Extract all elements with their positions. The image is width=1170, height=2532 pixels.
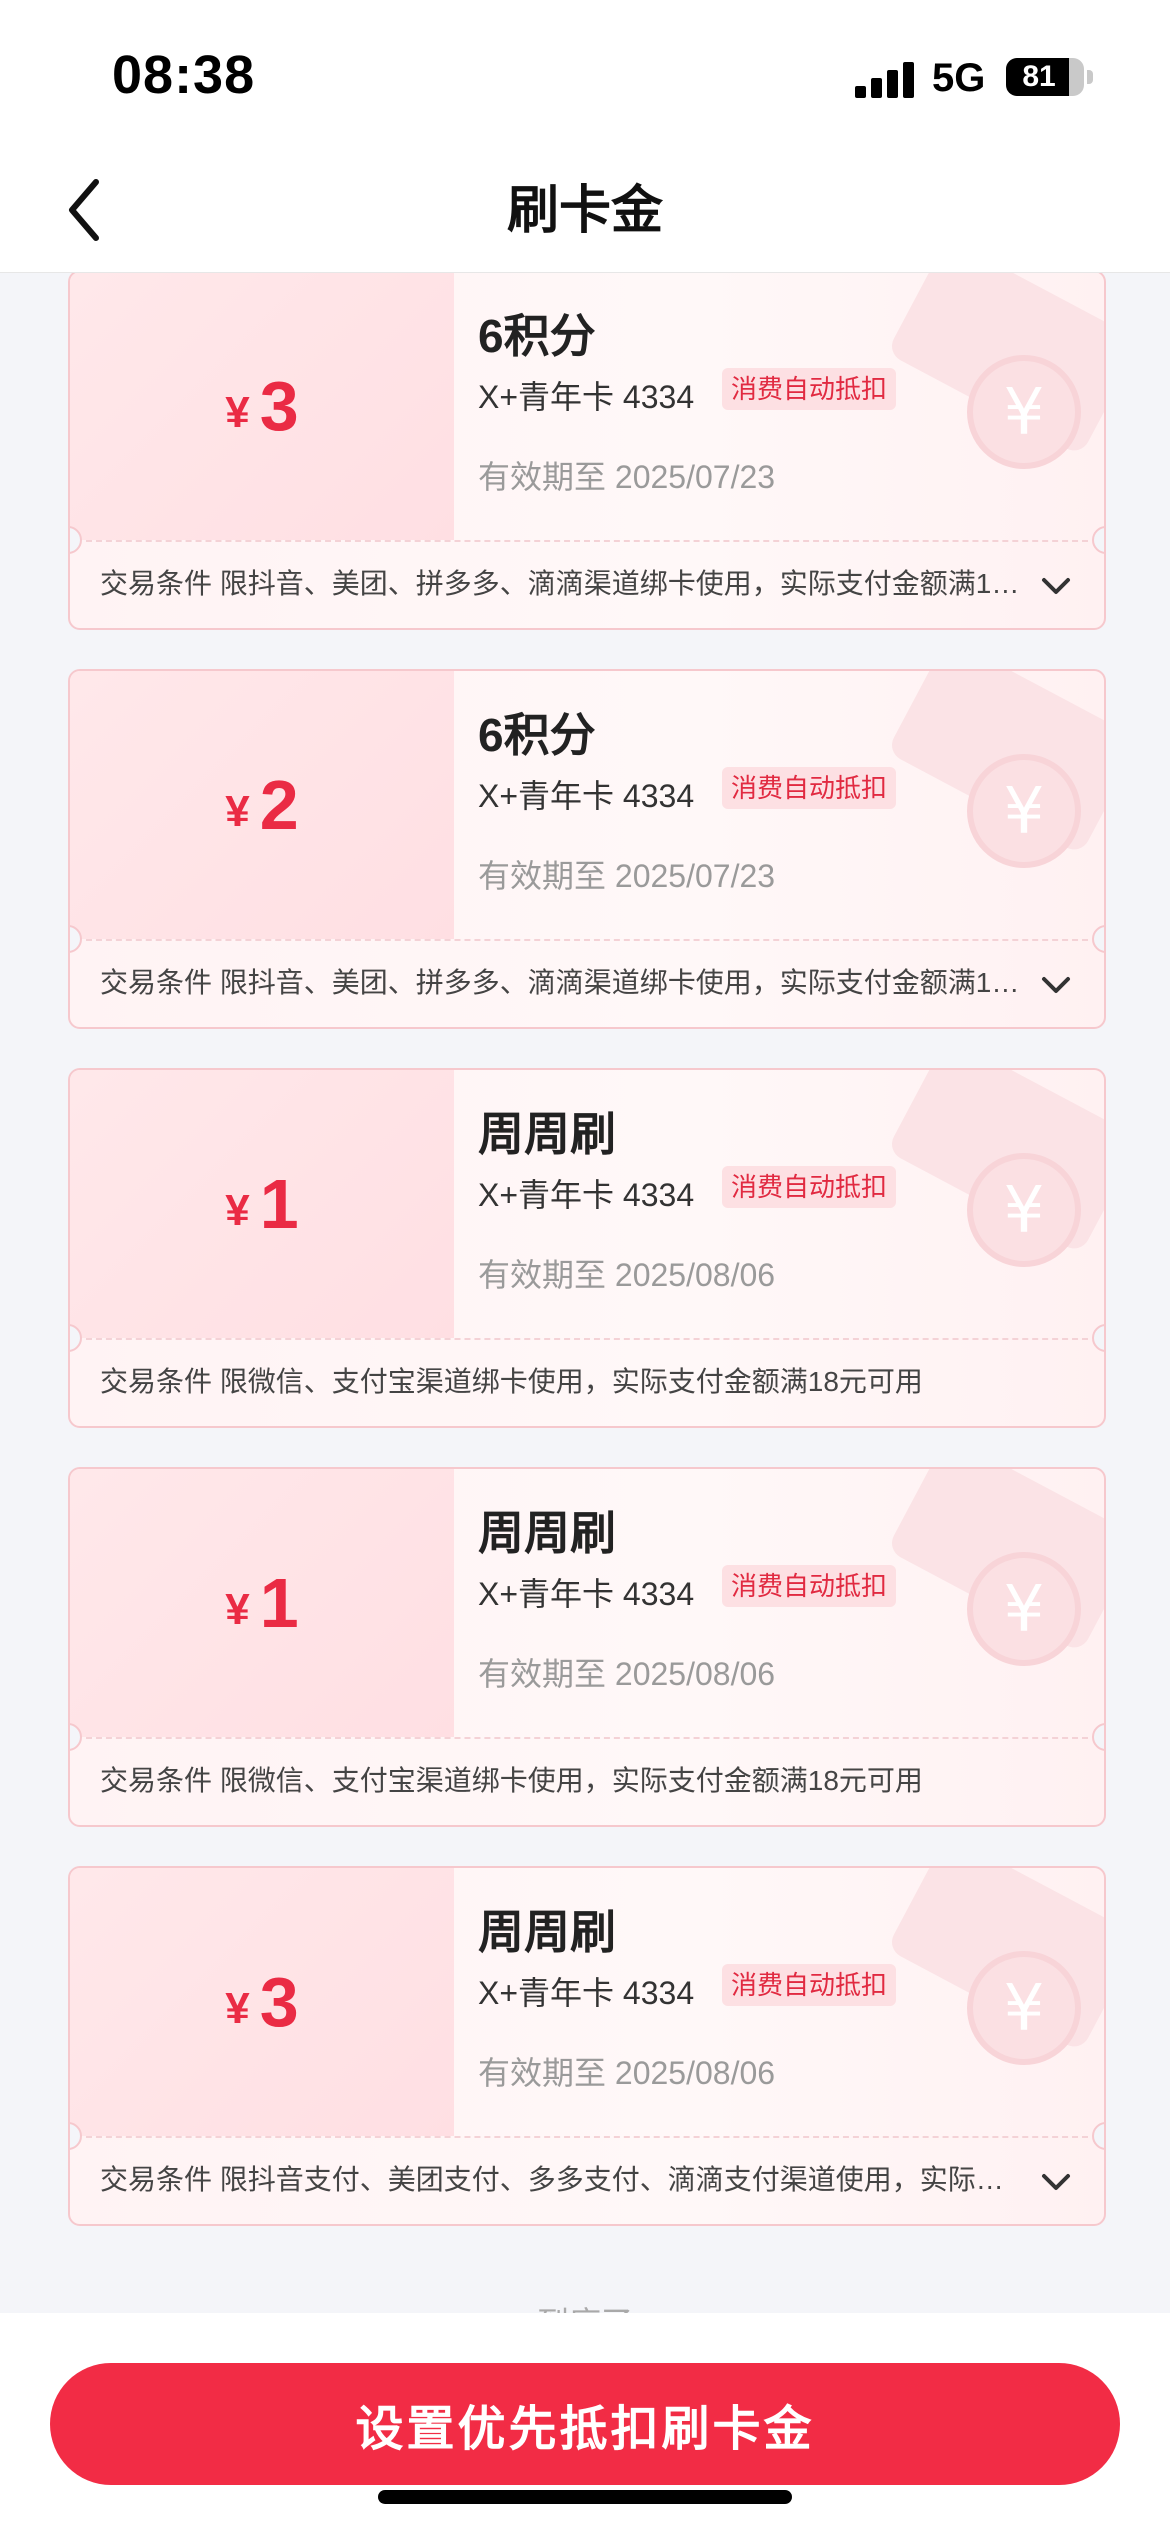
svg-text:¥: ¥ [1004,775,1045,849]
auto-deduct-badge: 消费自动抵扣 [722,1964,897,2006]
coupon-card-name: X+青年卡 4334 [478,1975,695,2011]
amount-value: 1 [259,1564,299,1642]
coupon-card-name: X+青年卡 4334 [478,379,695,415]
svg-text:¥: ¥ [1004,1573,1045,1647]
coupon-card[interactable]: ¥ 1 ¥ 周周刷 X+青年卡 4334 消费自动抵扣 有效期至 2025/08… [68,1068,1106,1428]
coupon-card-name: X+青年卡 4334 [478,778,695,814]
chevron-down-icon[interactable] [1038,2164,1074,2200]
auto-deduct-badge: 消费自动抵扣 [722,368,897,410]
end-of-list-hint: 到底了 [0,2298,1170,2313]
battery-level: 81 [1022,60,1056,93]
coupon-condition: 交易条件 限抖音、美团、拼多多、滴滴渠道绑卡使用，实际支付金额满18元可用 [100,967,1030,998]
amount-value: 2 [259,766,299,844]
coupon-list[interactable]: ¥ 3 ¥ 6积分 X+青年卡 4334 消费自动抵扣 有效期至 2025/07… [0,273,1170,2313]
svg-text:¥: ¥ [1004,1972,1045,2046]
status-bar: 08:38 5G 81 [0,0,1170,150]
coupon-title: 6积分 [478,709,596,761]
battery-cap [1087,70,1093,84]
set-priority-deduction-button[interactable]: 设置优先抵扣刷卡金 [50,2363,1120,2485]
network-type: 5G [932,56,986,100]
svg-text:¥: ¥ [1004,376,1045,450]
coupon-card-name: X+青年卡 4334 [478,1576,695,1612]
coupon-condition: 交易条件 限微信、支付宝渠道绑卡使用，实际支付金额满18元可用 [100,1765,923,1796]
amount-value: 3 [259,367,299,445]
coupon-condition: 交易条件 限抖音、美团、拼多多、滴滴渠道绑卡使用，实际支付金额满18元可用 [100,568,1030,599]
coupon-card[interactable]: ¥ 3 ¥ 周周刷 X+青年卡 4334 消费自动抵扣 有效期至 2025/08… [68,1866,1106,2226]
coupon-condition: 交易条件 限微信、支付宝渠道绑卡使用，实际支付金额满18元可用 [100,1366,923,1397]
nav-bar: 刷卡金 [0,150,1170,273]
currency-symbol: ¥ [225,1984,250,2033]
currency-symbol: ¥ [225,787,250,836]
coupon-title: 周周刷 [478,1507,616,1559]
coupon-title: 周周刷 [478,1906,616,1958]
signal-icon [855,62,915,98]
currency-symbol: ¥ [225,1186,250,1235]
chevron-down-icon[interactable] [1038,568,1074,604]
coupon-title: 周周刷 [478,1108,616,1160]
auto-deduct-badge: 消费自动抵扣 [722,1166,897,1208]
coupon-expiry: 有效期至 2025/08/06 [478,1257,776,1293]
currency-symbol: ¥ [225,388,250,437]
coupon-amount: ¥ 3 [70,1868,454,2136]
coupon-expiry: 有效期至 2025/08/06 [478,1656,776,1692]
currency-symbol: ¥ [225,1585,250,1634]
chevron-left-icon [69,179,99,241]
coupon-title: 6积分 [478,310,596,362]
coupon-expiry: 有效期至 2025/07/23 [478,459,776,495]
auto-deduct-badge: 消费自动抵扣 [722,767,897,809]
coupon-condition: 交易条件 限抖音支付、美团支付、多多支付、滴滴支付渠道使用，实际支付金额满18元… [100,2164,1030,2195]
chevron-down-icon[interactable] [1038,967,1074,1003]
coupon-card[interactable]: ¥ 2 ¥ 6积分 X+青年卡 4334 消费自动抵扣 有效期至 2025/07… [68,669,1106,1029]
coupon-amount: ¥ 1 [70,1070,454,1338]
coupon-amount: ¥ 2 [70,671,454,939]
amount-value: 3 [259,1963,299,2041]
coupon-card[interactable]: ¥ 3 ¥ 6积分 X+青年卡 4334 消费自动抵扣 有效期至 2025/07… [68,273,1106,630]
svg-text:¥: ¥ [1004,1174,1045,1248]
back-button[interactable] [52,170,132,250]
status-time: 08:38 [112,45,256,105]
battery-icon: 81 [1006,58,1084,96]
page-title: 刷卡金 [506,182,663,240]
auto-deduct-badge: 消费自动抵扣 [722,1565,897,1607]
amount-value: 1 [259,1165,299,1243]
coupon-card[interactable]: ¥ 1 ¥ 周周刷 X+青年卡 4334 消费自动抵扣 有效期至 2025/08… [68,1467,1106,1827]
home-indicator [378,2490,792,2504]
coupon-card-name: X+青年卡 4334 [478,1177,695,1213]
coupon-amount: ¥ 1 [70,1469,454,1737]
coupon-amount: ¥ 3 [70,273,454,540]
coupon-expiry: 有效期至 2025/07/23 [478,858,776,894]
coupon-expiry: 有效期至 2025/08/06 [478,2055,776,2091]
